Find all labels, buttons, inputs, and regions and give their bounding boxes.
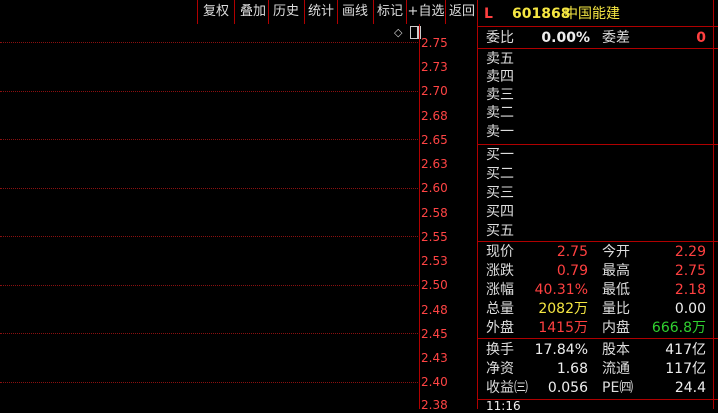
volume-value: 2082万 — [538, 301, 588, 317]
history-button[interactable]: 历史 — [268, 0, 303, 24]
sell-level-5: 卖五 — [486, 51, 514, 67]
stock-name: 中国能建 — [564, 6, 620, 22]
low-label: 最低 — [602, 282, 630, 298]
gridline — [0, 285, 420, 286]
divider — [478, 26, 718, 27]
high-value: 2.75 — [674, 263, 706, 279]
fuquan-button[interactable]: 复权 — [197, 0, 234, 24]
statistics-button[interactable]: 统计 — [304, 0, 337, 24]
price-axis-label: 2.55 — [421, 230, 448, 244]
share-capital-label: 股本 — [602, 342, 630, 358]
weicha-value: 0 — [696, 30, 706, 46]
price-axis-label: 2.70 — [421, 84, 448, 98]
panel-right-border — [713, 0, 714, 409]
change-pct-label: 涨幅 — [486, 282, 514, 298]
gridline — [0, 382, 420, 383]
pe-value: 24.4 — [674, 380, 706, 396]
quote-panel: L 601868 中国能建 委比 0.00% 委差 0 卖五 卖四 卖三 卖二 … — [478, 0, 718, 413]
diamond-icon[interactable]: ◇ — [394, 26, 402, 39]
mark-button[interactable]: 标记 — [373, 0, 406, 24]
volume-ratio-value: 0.00 — [674, 301, 706, 317]
market-tag: L — [484, 6, 493, 22]
buy-level-5: 买五 — [486, 223, 514, 239]
turnover-value: 17.84% — [534, 342, 588, 358]
price-chart[interactable] — [0, 24, 478, 409]
gridline — [0, 139, 420, 140]
price-axis-label: 2.65 — [421, 133, 448, 147]
change-value: 0.79 — [556, 263, 588, 279]
net-assets-label: 净资 — [486, 361, 514, 377]
change-label: 涨跌 — [486, 263, 514, 279]
volume-label: 总量 — [486, 301, 514, 317]
pe-label: PE㈣ — [602, 380, 634, 396]
price-axis-label: 2.75 — [421, 36, 448, 50]
price-axis-line — [419, 24, 420, 409]
inner-volume-label: 内盘 — [602, 320, 630, 336]
weibi-label: 委比 — [486, 30, 514, 46]
gridline — [0, 333, 420, 334]
share-capital-value: 417亿 — [665, 342, 706, 358]
draw-line-button[interactable]: 画线 — [337, 0, 372, 24]
tick-time: 11:16 — [486, 399, 521, 413]
stock-code: 601868 — [512, 6, 571, 22]
weibi-value: 0.00% — [541, 30, 590, 46]
price-axis-label: 2.43 — [421, 351, 448, 365]
price-axis-label: 2.63 — [421, 157, 448, 171]
gridline — [0, 188, 420, 189]
buy-level-2: 买二 — [486, 166, 514, 182]
add-watchlist-button[interactable]: +自选 — [406, 0, 445, 24]
turnover-label: 换手 — [486, 342, 514, 358]
buy-level-4: 买四 — [486, 204, 514, 220]
price-axis-label: 2.73 — [421, 60, 448, 74]
back-button[interactable]: 返回 — [445, 0, 478, 24]
price-axis-label: 2.68 — [421, 109, 448, 123]
change-pct-value: 40.31% — [534, 282, 588, 298]
divider — [478, 241, 718, 242]
sell-level-3: 卖三 — [486, 87, 514, 103]
price-axis-label: 2.50 — [421, 278, 448, 292]
outer-volume-label: 外盘 — [486, 320, 514, 336]
open-value: 2.29 — [674, 244, 706, 260]
volume-ratio-label: 量比 — [602, 301, 630, 317]
price-axis-label: 2.60 — [421, 181, 448, 195]
price-axis-label: 2.58 — [421, 206, 448, 220]
divider — [478, 338, 718, 339]
float-shares-label: 流通 — [602, 361, 630, 377]
price-axis-label: 2.45 — [421, 327, 448, 341]
sell-level-4: 卖四 — [486, 69, 514, 85]
price-axis-label: 2.38 — [421, 398, 448, 412]
gridline — [0, 236, 420, 237]
inner-volume-value: 666.8万 — [651, 320, 706, 336]
price-label: 现价 — [486, 244, 514, 260]
divider — [478, 144, 718, 145]
eps-label: 收益㈢ — [486, 380, 528, 396]
price-value: 2.75 — [556, 244, 588, 260]
outer-volume-value: 1415万 — [538, 320, 588, 336]
price-axis-label: 2.53 — [421, 254, 448, 268]
price-axis-label: 2.40 — [421, 375, 448, 389]
chart-toolbar: 复权 叠加 历史 统计 画线 标记 +自选 返回 — [0, 0, 478, 24]
float-shares-value: 117亿 — [665, 361, 706, 377]
open-label: 今开 — [602, 244, 630, 260]
sell-level-2: 卖二 — [486, 105, 514, 121]
eps-value: 0.056 — [547, 380, 588, 396]
high-label: 最高 — [602, 263, 630, 279]
gridline — [0, 91, 420, 92]
divider — [478, 48, 718, 49]
price-axis-label: 2.48 — [421, 303, 448, 317]
weicha-label: 委差 — [602, 30, 630, 46]
overlay-button[interactable]: 叠加 — [234, 0, 271, 24]
buy-level-1: 买一 — [486, 147, 514, 163]
low-value: 2.18 — [674, 282, 706, 298]
sell-level-1: 卖一 — [486, 124, 514, 140]
gridline — [0, 42, 420, 43]
buy-level-3: 买三 — [486, 185, 514, 201]
net-assets-value: 1.68 — [556, 361, 588, 377]
